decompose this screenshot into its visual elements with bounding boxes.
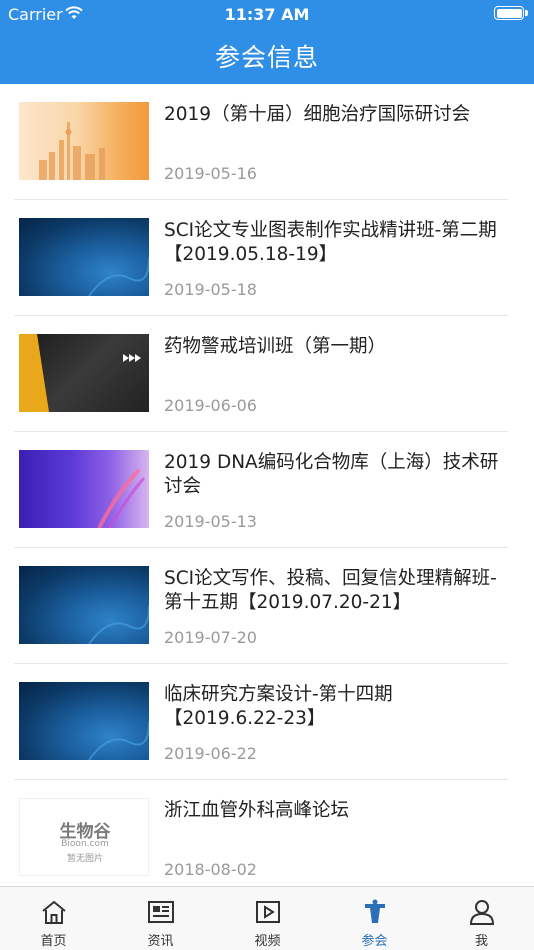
battery-icon	[494, 6, 524, 20]
item-title: 药物警戒培训班（第一期）	[164, 336, 387, 357]
item-date: 2019-06-06	[164, 396, 257, 415]
tab-label: 首页	[40, 934, 67, 949]
item-thumbnail	[19, 566, 149, 644]
tab-label: 视频	[254, 934, 281, 949]
item-title: 2019（第十届）细胞治疗国际研讨会	[164, 104, 471, 125]
item-thumbnail	[19, 682, 149, 760]
app-screen: Carrier 11:37 AM 参会信息 2019（第十届）细胞治疗国际研讨会…	[0, 0, 534, 950]
tab-label: 我	[474, 934, 488, 949]
list-item[interactable]: 临床研究方案设计-第十四期【2019.6.22-23】 2019-06-22	[14, 664, 508, 780]
item-thumbnail	[19, 218, 149, 296]
item-title: 临床研究方案设计-第十四期【2019.6.22-23】	[164, 684, 393, 729]
item-date: 2019-05-13	[164, 512, 257, 531]
list-item[interactable]: SCI论文专业图表制作实战精讲班-第二期【2019.05.18-19】 2019…	[14, 200, 508, 316]
tab-conference[interactable]: 参会	[321, 887, 428, 950]
page-title: 参会信息	[214, 43, 319, 72]
item-date: 2019-05-18	[164, 280, 257, 299]
item-date: 2019-05-16	[164, 164, 257, 183]
list-item[interactable]: SCI论文写作、投稿、回复信处理精解班-第十五期【2019.07.20-21】 …	[14, 548, 508, 664]
list-item[interactable]: 2019 DNA编码化合物库（上海）技术研讨会 2019-05-13	[14, 432, 508, 548]
status-bar: Carrier 11:37 AM	[0, 0, 534, 28]
profile-icon	[469, 900, 495, 925]
header-bar: Carrier 11:37 AM 参会信息	[0, 0, 534, 84]
tab-bar: 首页 资讯 视频 参会 我	[0, 886, 534, 950]
placeholder-domain: Bioon.com	[61, 839, 109, 849]
item-thumbnail-placeholder: 生物谷 Bioon.com 暂无图片	[19, 798, 149, 876]
item-title: 浙江血管外科高峰论坛	[164, 800, 350, 821]
tab-label: 资讯	[147, 934, 174, 949]
news-icon	[148, 901, 174, 923]
battery-tip	[525, 10, 528, 16]
home-icon	[42, 900, 66, 924]
item-thumbnail	[19, 334, 149, 412]
item-title: 2019 DNA编码化合物库（上海）技术研讨会	[164, 452, 499, 497]
item-date: 2018-08-02	[164, 860, 257, 879]
item-date: 2019-06-22	[164, 744, 257, 763]
list-item[interactable]: 生物谷 Bioon.com 暂无图片 浙江血管外科高峰论坛 2018-08-02	[14, 780, 508, 886]
item-title: SCI论文写作、投稿、回复信处理精解班-第十五期【2019.07.20-21】	[164, 568, 497, 613]
conference-icon	[365, 899, 385, 923]
item-thumbnail	[19, 450, 149, 528]
clock: 11:37 AM	[224, 5, 310, 24]
list-item[interactable]: 药物警戒培训班（第一期） 2019-06-06	[14, 316, 508, 432]
tab-video[interactable]: 视频	[214, 887, 321, 950]
placeholder-caption: 暂无图片	[66, 854, 103, 864]
tab-news[interactable]: 资讯	[107, 887, 214, 950]
tab-profile[interactable]: 我	[428, 887, 534, 950]
meeting-list[interactable]: 2019（第十届）细胞治疗国际研讨会 2019-05-16 SCI论文专业图表制…	[0, 84, 534, 886]
item-date: 2019-07-20	[164, 628, 257, 647]
list-item[interactable]: 2019（第十届）细胞治疗国际研讨会 2019-05-16	[14, 84, 508, 200]
item-title: SCI论文专业图表制作实战精讲班-第二期【2019.05.18-19】	[164, 220, 497, 265]
video-icon	[256, 901, 280, 923]
tab-label: 参会	[361, 934, 388, 949]
item-thumbnail	[19, 102, 149, 180]
tab-home[interactable]: 首页	[0, 887, 107, 950]
